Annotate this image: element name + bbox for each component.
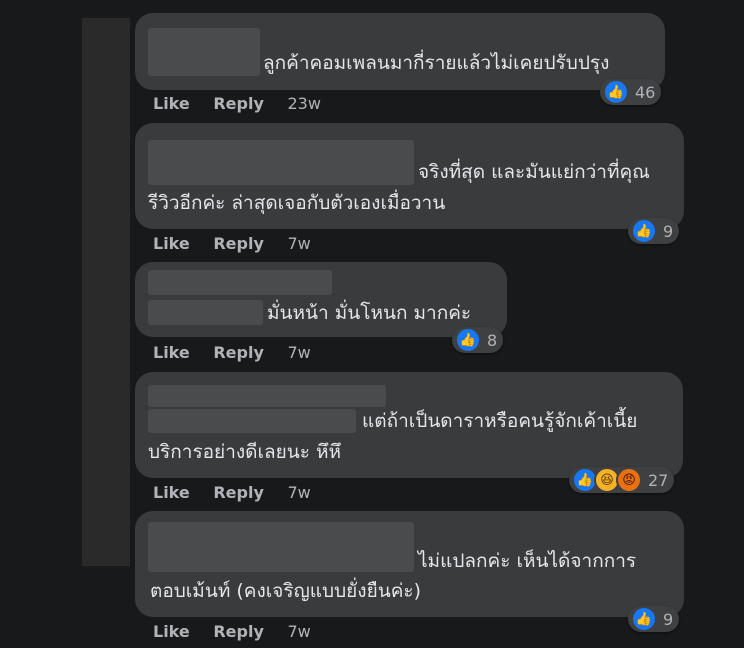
comment-text: ตอบเม้นท์ (คงเจริญแบบยั่งยืนค่ะ) (150, 580, 422, 602)
reaction-count: 8 (487, 330, 498, 350)
reaction-count: 9 (663, 221, 674, 241)
reaction-summary[interactable]: 👍 46 (600, 79, 662, 105)
reply-link[interactable]: Reply (213, 234, 264, 253)
reaction-summary[interactable]: 👍 8 (452, 327, 504, 353)
comment-time[interactable]: 7w (287, 622, 310, 641)
comment-time[interactable]: 7w (287, 483, 310, 502)
like-icon: 👍 (455, 327, 481, 353)
angry-icon: 😡 (616, 467, 642, 493)
comment-actions: Like Reply 23w (153, 94, 339, 113)
reaction-summary[interactable]: 👍 😆 😡 27 (569, 467, 675, 493)
redacted-author-name (148, 409, 356, 433)
redacted-author-name (148, 300, 263, 325)
redacted-author-name (148, 28, 260, 76)
comment-actions: Like Reply 7w (153, 483, 329, 502)
like-icon: 👍 (603, 79, 629, 105)
like-link[interactable]: Like (153, 483, 190, 502)
like-link[interactable]: Like (153, 94, 190, 113)
reply-link[interactable]: Reply (213, 94, 264, 113)
comment-text: แต่ถ้าเป็นดาราหรือคนรู้จักเค้าเนี้ย (362, 410, 638, 432)
redacted-author-name (148, 385, 386, 407)
comment-time[interactable]: 7w (287, 234, 310, 253)
reply-link[interactable]: Reply (213, 622, 264, 641)
like-link[interactable]: Like (153, 234, 190, 253)
comment-text: ลูกค้าคอมเพลนมากี่รายแล้วไม่เคยปรับปรุง (263, 52, 610, 74)
blurred-avatar-column (82, 18, 130, 566)
like-icon: 👍 (631, 218, 657, 244)
reaction-summary[interactable]: 👍 9 (628, 606, 680, 632)
comment-actions: Like Reply 7w (153, 622, 329, 641)
comment-actions: Like Reply 7w (153, 343, 329, 362)
redacted-author-name (148, 140, 414, 185)
reaction-summary[interactable]: 👍 9 (628, 218, 680, 244)
reaction-count: 9 (663, 609, 674, 629)
comment-text: มั่นหน้า มั่นโหนก มากค่ะ (267, 302, 472, 324)
redacted-author-name (148, 522, 414, 572)
redacted-author-name (148, 270, 332, 295)
like-icon: 👍 (631, 606, 657, 632)
comment-text: จริงที่สุด และมันแย่กว่าที่คุณ (418, 161, 650, 183)
reaction-count: 27 (648, 470, 669, 490)
comment-time[interactable]: 7w (287, 343, 310, 362)
reply-link[interactable]: Reply (213, 483, 264, 502)
comment-time[interactable]: 23w (287, 94, 320, 113)
reply-link[interactable]: Reply (213, 343, 264, 362)
reaction-count: 46 (635, 82, 656, 102)
like-link[interactable]: Like (153, 622, 190, 641)
comment-text: บริการอย่างดีเลยนะ หึหึ (148, 441, 342, 463)
like-link[interactable]: Like (153, 343, 190, 362)
comment-text: ไม่แปลกค่ะ เห็นได้จากการ (418, 550, 637, 572)
comment-actions: Like Reply 7w (153, 234, 329, 253)
comment-text: รีวิวอีกค่ะ ล่าสุดเจอกับตัวเองเมื่อวาน (148, 192, 446, 214)
